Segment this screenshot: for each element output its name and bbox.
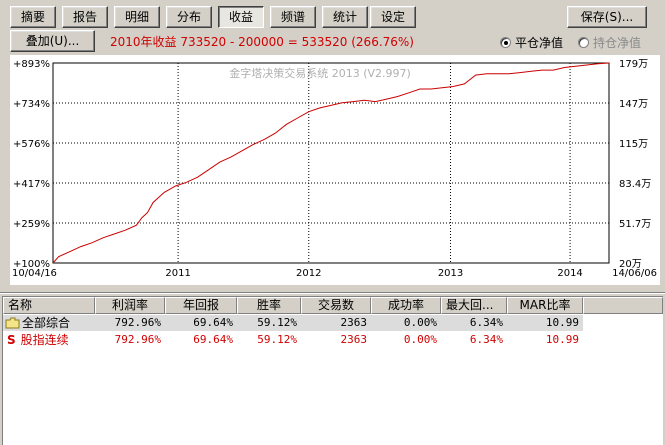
overlay-button[interactable]: 叠加(U)... — [10, 30, 95, 52]
profit-rate-cell: 792.96% — [114, 316, 161, 329]
column-header-win-rate[interactable]: 胜率 — [237, 297, 301, 314]
y-right-tick-label: 147万 — [619, 99, 648, 110]
tab-details[interactable]: 明细 — [114, 6, 160, 28]
y-right-tick-label: 115万 — [619, 139, 648, 150]
y-right-tick-label: 179万 — [619, 59, 648, 70]
tab-report[interactable]: 报告 — [62, 6, 108, 28]
s-marker: S — [7, 333, 16, 347]
equity-chart: 金字塔决策交易系统 2013 (V2.997) +100% 20万 +259% 51.… — [10, 55, 660, 285]
column-header-name[interactable]: 名称 — [3, 297, 95, 314]
row-name-cell: 全部综合 — [3, 315, 95, 331]
table-row[interactable]: S 股指连续 792.96% 69.64% 59.12% 2363 0.00% 6… — [3, 332, 583, 348]
column-header-mar-ratio[interactable]: MAR比率 — [507, 297, 583, 314]
y-left-tick-label: +893% — [13, 59, 50, 70]
column-header-blank — [583, 297, 663, 314]
tab-returns[interactable]: 收益 — [218, 6, 264, 28]
mode-closed-equity-label: 平仓净值 — [515, 36, 564, 50]
x-tick-label: 2012 — [296, 268, 321, 279]
tab-distribution[interactable]: 分布 — [166, 6, 212, 28]
y-left-tick-label: +576% — [13, 139, 50, 150]
save-button[interactable]: 保存(S)... — [567, 6, 647, 28]
mar-ratio-cell: 10.99 — [545, 333, 579, 346]
y-right-tick-label: 51.7万 — [619, 219, 651, 230]
mode-closed-equity[interactable]: 平仓净值 — [500, 34, 563, 51]
max-drawdown-cell: 6.34% — [469, 333, 503, 346]
tab-statistics[interactable]: 统计 — [322, 6, 368, 28]
win-rate-cell: 59.12% — [257, 316, 297, 329]
y-right-tick-label: 83.4万 — [619, 179, 651, 190]
success-rate-cell: 0.00% — [403, 316, 437, 329]
success-rate-cell: 0.00% — [403, 333, 437, 346]
annual-return-cell: 69.64% — [193, 333, 233, 346]
trade-count-cell: 2363 — [340, 316, 368, 329]
max-drawdown-cell: 6.34% — [469, 316, 503, 329]
x-end-label: 14/06/06 — [612, 268, 657, 279]
tab-spectrum[interactable]: 频谱 — [270, 6, 316, 28]
tab-summary[interactable]: 摘要 — [10, 6, 56, 28]
results-table: 名称 利润率 年回报 胜率 交易数 成功率 最大回... MAR比率 全部综合 … — [2, 296, 663, 445]
column-header-max-drawdown[interactable]: 最大回... — [441, 297, 507, 314]
chart-watermark-title: 金字塔决策交易系统 2013 (V2.997) — [229, 66, 411, 80]
y-left-tick-label: +417% — [13, 179, 50, 190]
profit-rate-cell: 792.96% — [114, 333, 161, 346]
annual-return-cell: 69.64% — [193, 316, 233, 329]
yearly-return-summary: 2010年收益 733520 - 200000 = 533520 (266.76… — [110, 35, 414, 49]
tab-settings[interactable]: 设定 — [370, 6, 416, 28]
column-header-profit-rate[interactable]: 利润率 — [95, 297, 165, 314]
x-tick-label: 2011 — [165, 268, 190, 279]
mode-position-equity[interactable]: 持仓净值 — [578, 34, 641, 51]
folder-icon — [5, 317, 20, 329]
win-rate-cell: 59.12% — [257, 333, 297, 346]
y-left-tick-label: +259% — [13, 219, 50, 230]
column-header-trade-count[interactable]: 交易数 — [301, 297, 371, 314]
column-header-success-rate[interactable]: 成功率 — [371, 297, 441, 314]
equity-chart-svg: 金字塔决策交易系统 2013 (V2.997) +100% 20万+259% 51.… — [12, 59, 657, 279]
radio-icon-unchecked — [578, 37, 589, 48]
column-header-annual-return[interactable]: 年回报 — [165, 297, 237, 314]
mar-ratio-cell: 10.99 — [545, 316, 579, 329]
radio-icon-checked — [500, 37, 511, 48]
mode-position-equity-label: 持仓净值 — [593, 36, 642, 50]
row-name: 全部综合 — [22, 316, 71, 330]
x-start-label: 10/04/16 — [12, 268, 57, 279]
trade-count-cell: 2363 — [340, 333, 368, 346]
x-tick-label: 2014 — [557, 268, 582, 279]
row-name-cell: S 股指连续 — [3, 332, 95, 348]
row-name: 股指连续 — [20, 333, 69, 347]
table-row[interactable]: 全部综合 792.96% 69.64% 59.12% 2363 0.00% 6.… — [3, 315, 583, 331]
y-left-tick-label: +734% — [13, 99, 50, 110]
x-tick-label: 2013 — [438, 268, 463, 279]
plot-area — [52, 62, 610, 264]
